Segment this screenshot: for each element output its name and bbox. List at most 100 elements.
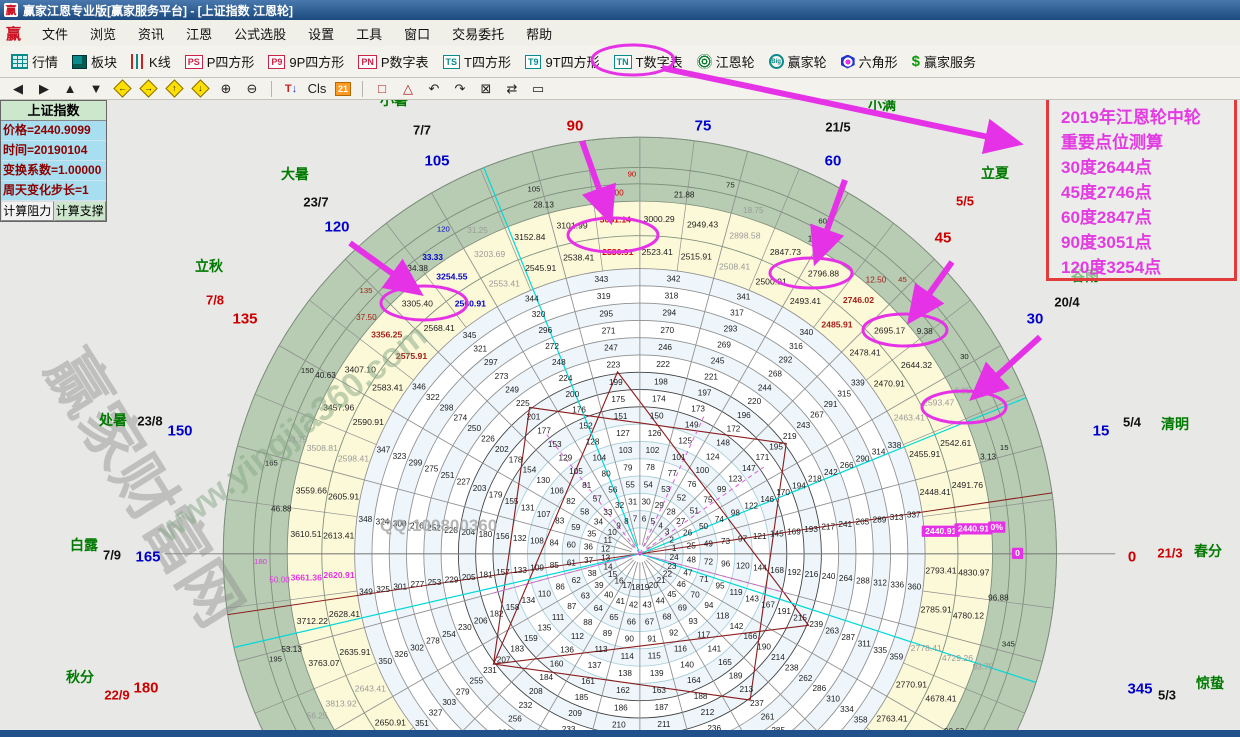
tool-button-next[interactable]: ▶: [32, 80, 56, 98]
toolbar-button-winner-service[interactable]: $赢家服务: [905, 49, 983, 74]
svg-text:9: 9: [616, 522, 621, 531]
tool-button-rotate-cw[interactable]: ↷: [448, 80, 472, 98]
toolbar-button-p-number-table[interactable]: PNP数字表: [351, 49, 435, 74]
tool-button-pan-up[interactable]: ↑: [162, 80, 186, 98]
tool-button-pan-right[interactable]: →: [136, 80, 160, 98]
tool-button-screen[interactable]: ▭: [526, 80, 550, 98]
tool-button-up[interactable]: ▲: [58, 80, 82, 98]
svg-text:275: 275: [425, 465, 439, 474]
tool-button-zoom-out[interactable]: ⊖: [240, 80, 264, 98]
svg-text:18: 18: [631, 583, 641, 592]
svg-text:221: 221: [704, 373, 718, 382]
svg-text:7: 7: [633, 515, 638, 524]
tool-button-cls[interactable]: Cls: [305, 80, 329, 98]
menu-item-浏览[interactable]: 浏览: [79, 20, 127, 47]
svg-text:46.88: 46.88: [271, 505, 292, 514]
toolbar-button-kline[interactable]: K线: [124, 49, 178, 74]
calc-support-button[interactable]: 计算支撑: [54, 201, 107, 221]
toolbar-button-sectors[interactable]: 板块: [65, 49, 124, 74]
svg-text:149: 149: [685, 421, 699, 430]
tool-button-rotate-ccw[interactable]: ↶: [422, 80, 446, 98]
svg-text:33: 33: [603, 508, 613, 517]
tools-toolbar: ◀▶▲▼←→↑↓⊕⊖ T↓Cls21 □△↶↷⊠⇄▭: [0, 78, 1240, 100]
menu-item-资讯[interactable]: 资讯: [127, 20, 175, 47]
toolbar-button-p-square[interactable]: PSP四方形: [178, 49, 262, 74]
svg-text:39: 39: [594, 581, 604, 590]
tool-button-rect-tool[interactable]: □: [370, 80, 394, 98]
toolbar-button-9p-square[interactable]: P99P四方形: [261, 49, 351, 74]
svg-text:53.13: 53.13: [281, 645, 302, 654]
annotation-line-5: 90度3051点: [1061, 230, 1234, 255]
toolbar-label-t-square: T四方形: [464, 52, 511, 71]
svg-text:53: 53: [661, 485, 671, 494]
svg-text:128: 128: [586, 438, 600, 447]
toolbar-label-kline: K线: [149, 52, 171, 71]
tool-button-pan-left[interactable]: ←: [110, 80, 134, 98]
svg-text:173: 173: [691, 405, 705, 414]
toolbar-button-gann-wheel[interactable]: 江恩轮: [690, 49, 762, 74]
menu-item-窗口[interactable]: 窗口: [393, 20, 441, 47]
tool-button-triangle-tool[interactable]: △: [396, 80, 420, 98]
svg-text:2590.91: 2590.91: [353, 417, 384, 427]
toolbar-button-quotes[interactable]: 行情: [4, 49, 65, 74]
menu-item-公式选股[interactable]: 公式选股: [223, 20, 297, 47]
toolbar-button-t-square[interactable]: TST四方形: [436, 49, 518, 74]
svg-text:28.13: 28.13: [533, 201, 554, 210]
svg-text:48: 48: [687, 555, 697, 564]
svg-text:2746.02: 2746.02: [843, 295, 874, 305]
svg-text:248: 248: [552, 358, 566, 367]
svg-text:265: 265: [856, 518, 870, 527]
svg-text:33.33: 33.33: [422, 253, 443, 262]
calc-resistance-button[interactable]: 计算阻力: [1, 201, 54, 221]
svg-text:315: 315: [837, 389, 851, 398]
tool-button-t-down[interactable]: T↓: [279, 80, 303, 98]
svg-text:143: 143: [745, 594, 759, 603]
svg-text:291: 291: [824, 400, 838, 409]
menu-item-帮助[interactable]: 帮助: [515, 20, 563, 47]
tool-button-calendar[interactable]: 21: [331, 80, 355, 98]
svg-text:195: 195: [769, 443, 783, 452]
menu-item-交易委托[interactable]: 交易委托: [441, 20, 515, 47]
toolbar-button-hexagon[interactable]: 六角形: [834, 49, 905, 74]
svg-text:226: 226: [481, 435, 495, 444]
tool-button-pan-down[interactable]: ↓: [188, 80, 212, 98]
toolbar-separator: [271, 81, 272, 97]
tool-button-down[interactable]: ▼: [84, 80, 108, 98]
tool-button-clear-box[interactable]: ⊠: [474, 80, 498, 98]
app-icon: 赢: [4, 3, 18, 17]
panel-buttons: 计算阻力计算支撑: [1, 201, 106, 221]
svg-text:3305.40: 3305.40: [402, 298, 433, 308]
menu-item-江恩[interactable]: 江恩: [175, 20, 223, 47]
svg-text:159: 159: [524, 634, 538, 643]
svg-text:42: 42: [629, 600, 639, 609]
svg-text:153: 153: [548, 440, 562, 449]
svg-text:295: 295: [599, 309, 613, 318]
dollar-icon: $: [912, 54, 920, 69]
svg-text:50.00: 50.00: [269, 575, 290, 584]
tool-button-fit[interactable]: ⇄: [500, 80, 524, 98]
svg-text:150: 150: [650, 412, 664, 421]
tool-button-prev[interactable]: ◀: [6, 80, 30, 98]
svg-text:23: 23: [667, 562, 677, 571]
svg-text:151: 151: [614, 412, 628, 421]
svg-text:0%: 0%: [991, 522, 1004, 532]
svg-text:335: 335: [873, 646, 887, 655]
svg-text:40: 40: [604, 590, 614, 599]
svg-text:6: 6: [642, 515, 647, 524]
toolbar-label-gann-wheel: 江恩轮: [716, 52, 755, 71]
tool-button-zoom-in[interactable]: ⊕: [214, 80, 238, 98]
svg-text:2470.91: 2470.91: [874, 378, 905, 388]
menu-item-设置[interactable]: 设置: [297, 20, 345, 47]
toolbar-button-9t-square[interactable]: T99T四方形: [518, 49, 607, 74]
toolbar-button-winner-wheel[interactable]: Big赢家轮: [762, 49, 834, 74]
svg-text:270: 270: [660, 326, 674, 335]
svg-text:337: 337: [907, 510, 921, 519]
menu-item-工具[interactable]: 工具: [345, 20, 393, 47]
svg-text:46: 46: [677, 580, 687, 589]
svg-text:177: 177: [537, 426, 551, 435]
menu-item-文件[interactable]: 文件: [31, 20, 79, 47]
svg-text:103: 103: [619, 446, 633, 455]
svg-text:267: 267: [810, 411, 824, 420]
toolbar-button-t-number-table[interactable]: TNT数字表: [607, 49, 690, 74]
svg-text:319: 319: [597, 292, 611, 301]
